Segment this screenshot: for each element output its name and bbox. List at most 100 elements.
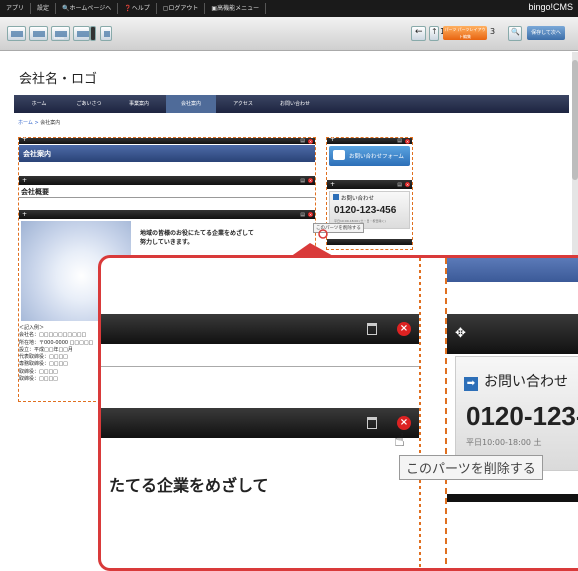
document-icon[interactable]: ▤ [300, 212, 305, 218]
delete-icon[interactable]: × [308, 212, 313, 217]
contact-form-button[interactable]: お問い合わせフォーム [329, 146, 410, 166]
page-prev-button[interactable]: ↑ [429, 26, 439, 41]
delete-icon[interactable]: × [405, 182, 410, 187]
arrow-left-icon: ← [415, 27, 423, 37]
zoom-main-column: × × ☝ たてる企業をめざして [101, 258, 419, 568]
zoom-contact-heading: ➡ お問い合わせ [464, 371, 568, 391]
section-title: 会社案内 [19, 145, 315, 162]
move-icon[interactable]: + [22, 211, 27, 218]
move-icon[interactable]: + [22, 177, 27, 184]
scrollbar-thumb[interactable] [572, 60, 578, 180]
layout-2col-button[interactable] [29, 26, 48, 41]
part-handle-bar[interactable]: × [101, 408, 419, 438]
arrow-up-icon: ↑ [431, 27, 438, 36]
layout-icon [11, 31, 23, 37]
zoom-lead-text: たてる企業をめざして [109, 476, 269, 495]
nav-greeting[interactable]: ごあいさつ [64, 95, 114, 113]
part-handle-bar[interactable]: + ▤ × [327, 180, 412, 189]
company-info: ＜記入例＞ 会社名：□□□□□□□□□□ 所在地：〒000-0000 □□□□□… [19, 325, 93, 383]
info-line: 会社名：□□□□□□□□□□ [19, 332, 87, 339]
document-icon[interactable]: ▤ [300, 178, 305, 184]
save-next-button[interactable]: 保存して次へ [527, 26, 565, 40]
move-icon[interactable]: + [22, 136, 27, 143]
menu-homepage-label: ホームページへ [69, 5, 112, 12]
menu-help-label: ヘルプ [131, 5, 150, 12]
menu-logout[interactable]: ▢ログアウト [157, 3, 206, 14]
delete-icon[interactable]: × [397, 416, 411, 430]
delete-icon[interactable]: × [308, 178, 313, 183]
nav-business[interactable]: 事業案内 [114, 95, 164, 113]
sidebar-blue-bar [447, 258, 578, 282]
part-handle-bar[interactable]: + ▤ × [19, 136, 315, 144]
breadcrumb: ホーム > 会社案内 [18, 119, 60, 126]
mobile-view-button[interactable]: Mobile [51, 26, 70, 41]
back-arrow-button[interactable]: ← [411, 26, 426, 41]
document-icon[interactable]: ▤ [300, 138, 305, 144]
sidebar-column: + ▤ × お問い合わせフォーム + ▤ × お問い合わせ 0120-123-456 平… [313, 136, 413, 250]
divider [101, 366, 419, 367]
document-icon[interactable]: ▤ [397, 138, 402, 144]
zoom-contact-hours: 平日10:00-18:00 土 [466, 438, 542, 447]
layout-1col-button[interactable] [7, 26, 26, 41]
layout-3col-button[interactable] [73, 26, 90, 41]
subsection-title: 会社概要 [19, 186, 315, 198]
delete-part-tooltip: このパーツを削除する [399, 455, 543, 480]
contact-heading: お問い合わせ [333, 194, 374, 202]
move-icon[interactable]: + [330, 181, 335, 188]
info-line: 取締役：□□□□ [19, 376, 58, 383]
move-icon[interactable]: ✥ [455, 326, 466, 341]
part-handle-bar[interactable] [327, 239, 412, 245]
contact-phone: 0120-123-456 [334, 205, 397, 216]
part-handle-bar[interactable]: ✥ [447, 314, 578, 354]
menu-logout-label: ログアウト [168, 5, 199, 12]
document-icon[interactable]: ▤ [397, 182, 402, 188]
layout-icon [33, 31, 45, 37]
menu-help[interactable]: ❓ヘルプ [118, 3, 157, 14]
nav-access[interactable]: アクセス [218, 95, 268, 113]
nav-home[interactable]: ホーム [14, 95, 64, 113]
menu-apps[interactable]: アプリ [0, 3, 32, 14]
parts-layout-edit-button[interactable]: パーツ パーツレイアウト編集 [443, 26, 487, 40]
search-icon: 🔍 [62, 5, 70, 12]
part-handle-bar[interactable] [447, 494, 578, 502]
mobile-label: Mobile [54, 36, 64, 40]
part-handle-bar[interactable]: + ▤ × [19, 176, 315, 185]
admin-menubar: アプリ 設定 🔍ホームページへ ❓ヘルプ ▢ログアウト ▣高機能メニュー bin… [0, 0, 578, 17]
nav-company[interactable]: 会社案内 [166, 95, 216, 113]
zoom-button[interactable]: 🔍 [508, 26, 522, 41]
info-line: 取締役：□□□□ [19, 368, 58, 375]
zoom-contact-phone: 0120-123-456 [466, 401, 578, 431]
menu-settings[interactable]: 設定 [31, 3, 57, 14]
menu-advanced-label: 高機能メニュー [217, 5, 260, 12]
global-nav: ホーム ごあいさつ 事業案内 会社案内 アクセス お問い合わせ [14, 95, 569, 113]
column-divider [419, 258, 421, 568]
document-icon[interactable] [367, 323, 377, 335]
pointer-hand-icon: ☝ [394, 430, 405, 451]
zoom-contact-title: お問い合わせ [484, 374, 568, 390]
zoom-sidebar-column: ✥ ➡ お問い合わせ 0120-123-456 平日10:00-18:00 土 [445, 258, 578, 568]
part-handle-bar[interactable]: + ▤ × [327, 136, 412, 144]
nav-contact[interactable]: お問い合わせ [270, 95, 320, 113]
delete-icon[interactable]: × [397, 322, 411, 336]
info-line: 専務取締役：□□□□ [19, 361, 68, 368]
site-logo: 会社名・ロゴ [19, 71, 98, 86]
copy-button[interactable] [100, 26, 112, 41]
lead-text: 地域の皆様のお役にたてる企業をめざして 努力していきます。 [140, 230, 254, 246]
delete-icon[interactable]: × [405, 139, 410, 144]
editor-toolbar: Mobile ← ↑ 1 パーツ パーツレイアウト編集 3 🔍 保存して次へ [0, 17, 578, 51]
breadcrumb-current: 会社案内 [40, 120, 61, 126]
part-handle-bar[interactable]: + ▤ × [19, 210, 315, 219]
menu-advanced[interactable]: ▣高機能メニュー [205, 3, 267, 14]
layout-dropdown-button[interactable] [90, 26, 96, 41]
move-icon[interactable]: + [330, 136, 335, 143]
document-icon[interactable] [367, 417, 377, 429]
contact-title: お問い合わせ [341, 196, 375, 202]
menu-homepage[interactable]: 🔍ホームページへ [56, 3, 119, 14]
delete-icon[interactable]: × [308, 139, 313, 144]
breadcrumb-home[interactable]: ホーム [18, 120, 33, 126]
contact-form-label: お問い合わせフォーム [349, 154, 404, 160]
arrow-right-icon [333, 194, 339, 200]
magnifier-icon: 🔍 [511, 28, 520, 36]
mail-icon [333, 150, 345, 160]
part-handle-bar[interactable]: × [101, 314, 419, 344]
